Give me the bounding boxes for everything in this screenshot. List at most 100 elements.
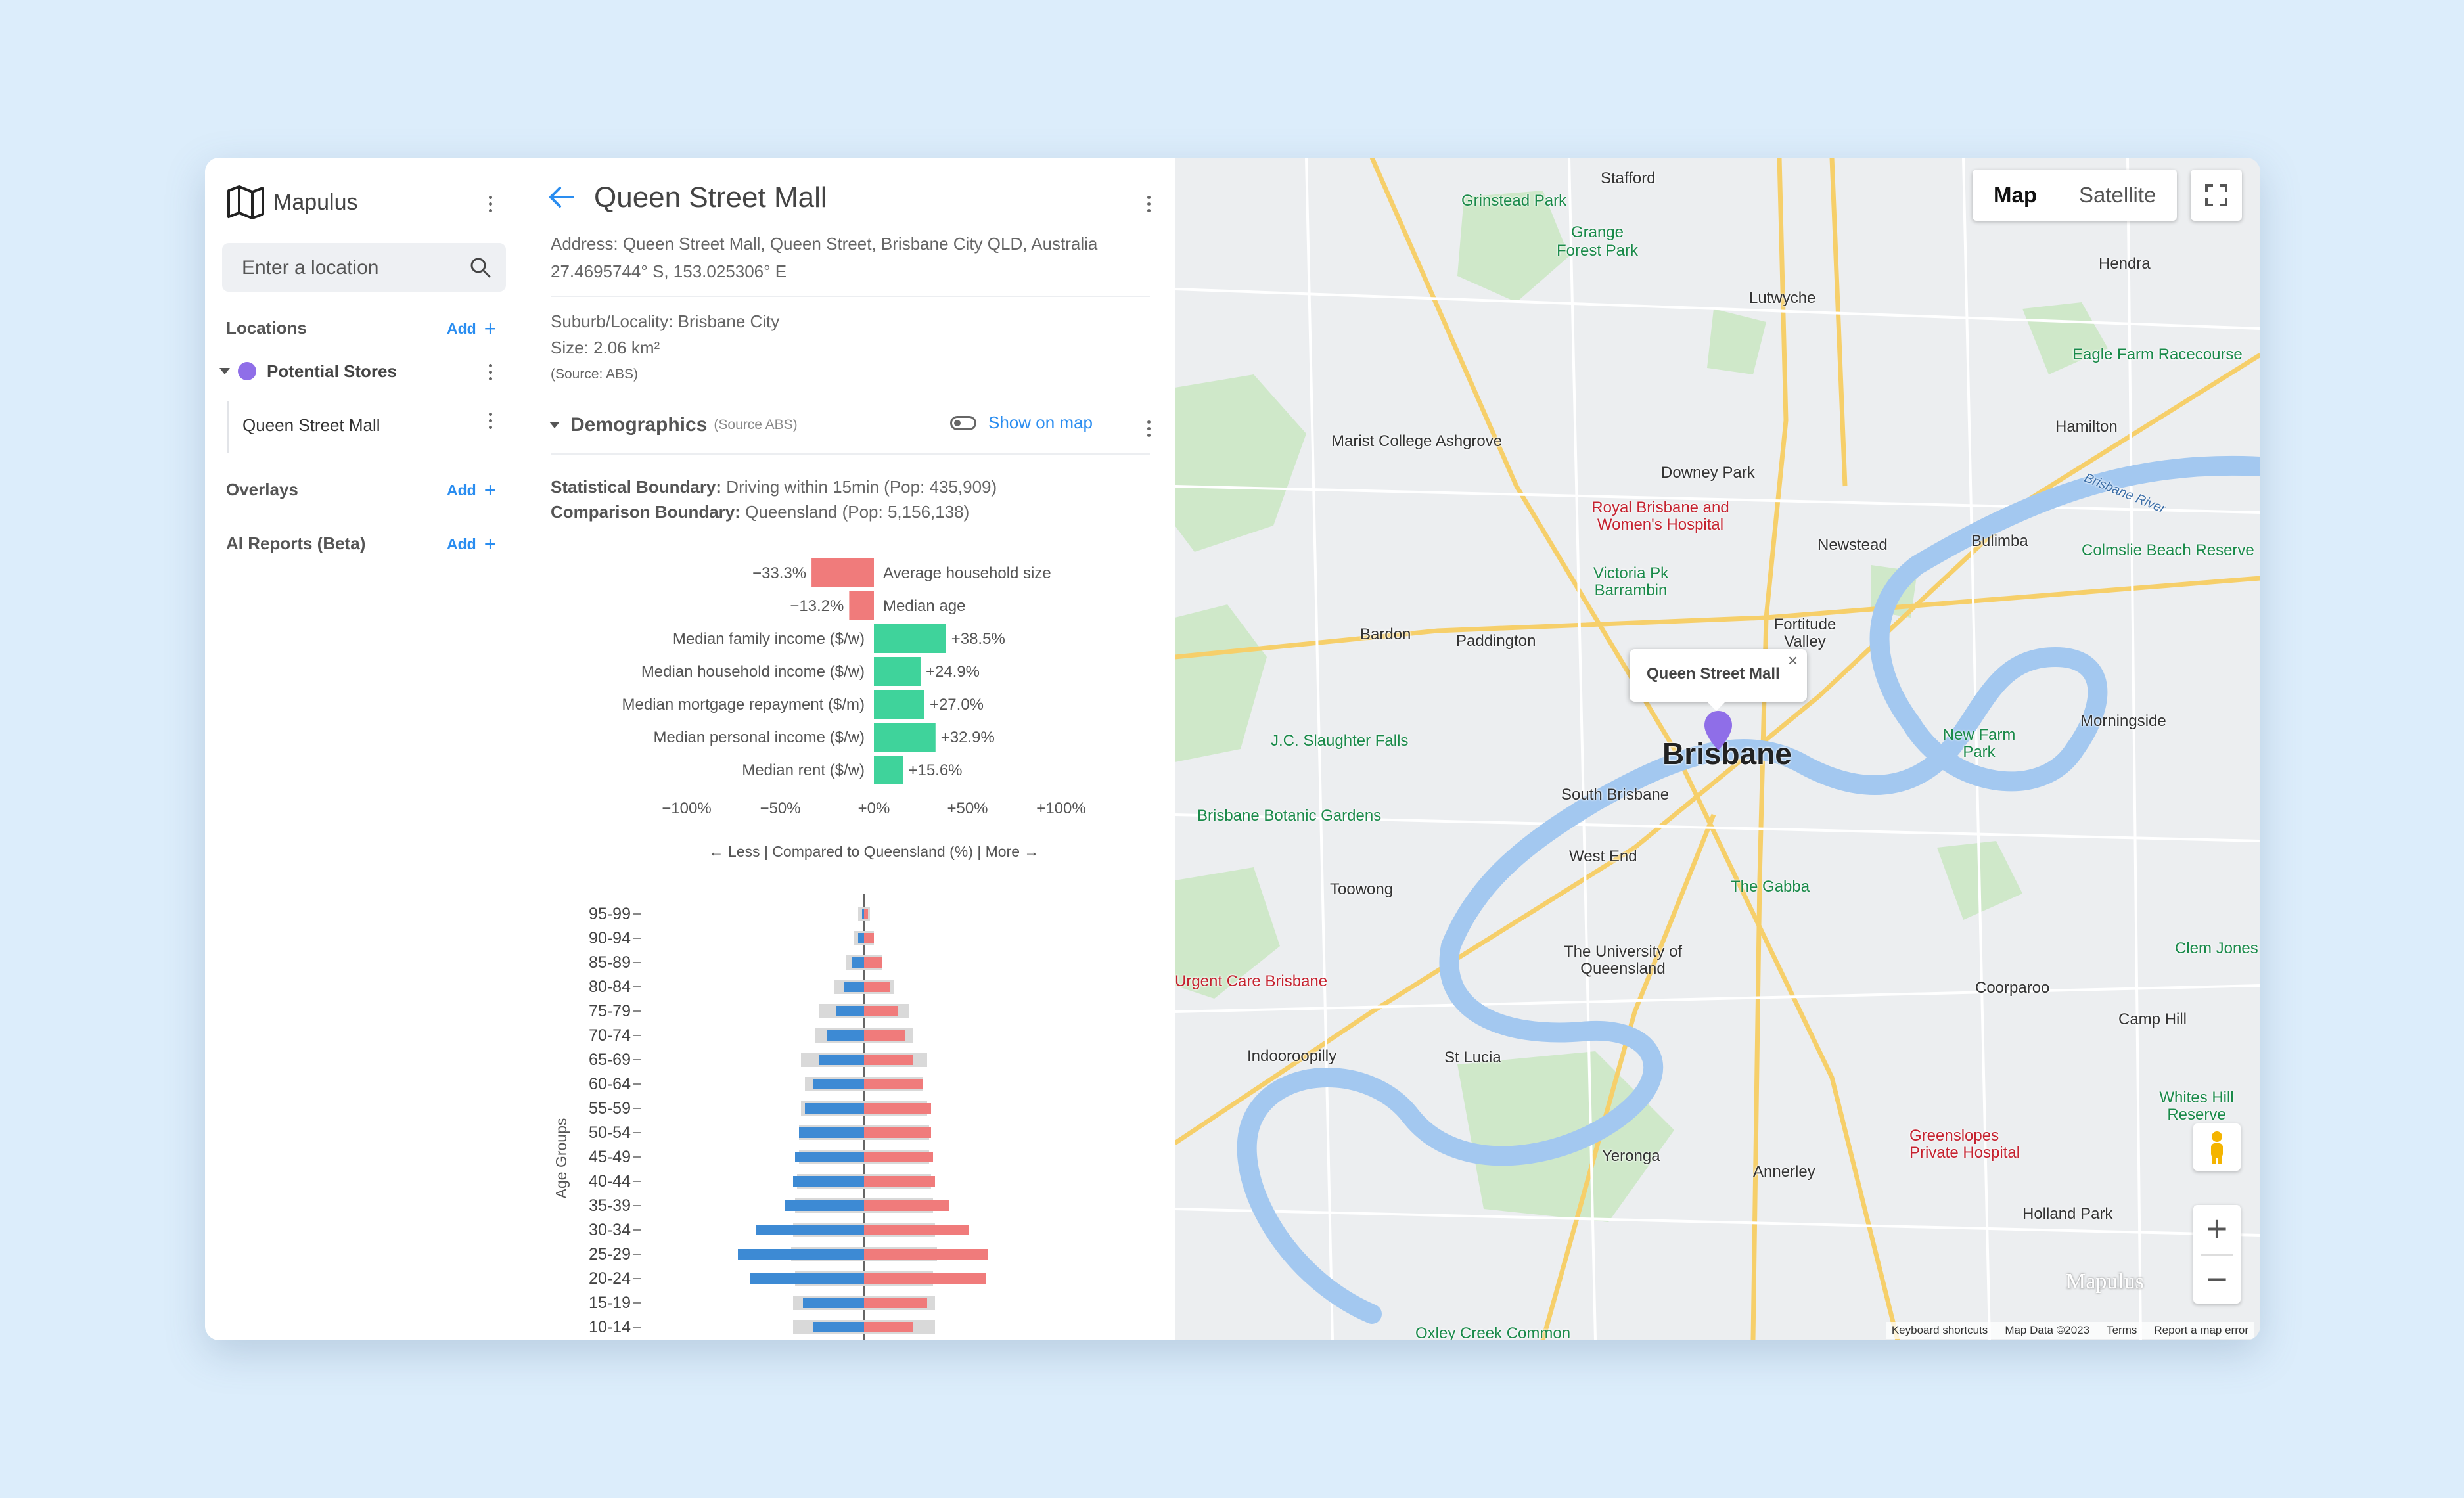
male-bar xyxy=(738,1249,864,1260)
map-label: Grinstead Park xyxy=(1461,192,1567,210)
age-group-label: 50-54 xyxy=(589,1124,631,1142)
address: Address: Queen Street Mall, Queen Street… xyxy=(551,234,1098,254)
add-label: Add xyxy=(447,535,476,553)
brand[interactable]: Mapulus xyxy=(226,181,358,223)
comparison-bar-chart: Average household size −33.3% Median age −1… xyxy=(622,558,1086,860)
female-bar xyxy=(864,1298,927,1308)
map-label: Holland Park xyxy=(2022,1205,2113,1223)
comparison-boundary-value: Queensland (Pop: 5,156,138) xyxy=(745,502,970,522)
panel-menu-icon[interactable] xyxy=(1142,189,1155,218)
female-bar xyxy=(864,933,874,943)
group-menu-icon[interactable] xyxy=(484,357,497,386)
map-label: Bulimba xyxy=(1971,532,2028,550)
location-group[interactable]: Potential Stores xyxy=(219,355,397,388)
map-footer: Keyboard shortcuts Map Data ©2023 Terms … xyxy=(1886,1322,2254,1339)
male-bar xyxy=(793,1176,864,1187)
terms-link[interactable]: Terms xyxy=(2107,1324,2137,1337)
population-pyramid-chart: 95-99 90-94 85-89 80-84 75-79 70-74 65-69 60-64… xyxy=(553,894,988,1340)
map-view[interactable]: Stafford Grinstead Park Grange Forest Pa… xyxy=(1175,158,2260,1340)
male-bar xyxy=(750,1273,864,1284)
map-label: Greenslopes Private Hospital xyxy=(1909,1127,2020,1162)
keyboard-shortcuts-link[interactable]: Keyboard shortcuts xyxy=(1892,1324,1988,1337)
app-menu-icon[interactable] xyxy=(484,189,497,218)
map-label: Bardon xyxy=(1360,625,1411,643)
female-bar xyxy=(864,1249,988,1260)
comparison-bar xyxy=(874,756,903,784)
map-label: Hendra xyxy=(2099,255,2151,273)
add-overlay-button[interactable]: Add + xyxy=(447,478,496,503)
category-label: Median mortgage repayment ($/m) xyxy=(622,696,865,714)
demographics-menu-icon[interactable] xyxy=(1142,414,1155,443)
age-group-label: 20-24 xyxy=(589,1269,631,1288)
location-item[interactable]: Queen Street Mall xyxy=(227,401,505,453)
popup-close-icon[interactable]: × xyxy=(1788,650,1798,671)
fullscreen-button[interactable] xyxy=(2191,170,2242,221)
map-watermark: Mapulus xyxy=(2066,1269,2144,1294)
female-bar xyxy=(864,1127,931,1138)
age-group-label: 60-64 xyxy=(589,1075,631,1093)
demographics-toggle[interactable]: Demographics (Source ABS) xyxy=(549,414,798,436)
caret-down-icon xyxy=(549,422,560,428)
comparison-bar xyxy=(811,558,874,587)
map-type-map-button[interactable]: Map xyxy=(1973,170,2058,221)
street-view-pegman-button[interactable] xyxy=(2193,1124,2241,1171)
statistical-boundary: Statistical Boundary: Driving within 15m… xyxy=(551,477,997,497)
add-location-button[interactable]: Add + xyxy=(447,317,496,341)
x-tick-label: +50% xyxy=(947,800,988,817)
report-map-error-link[interactable]: Report a map error xyxy=(2154,1324,2248,1337)
value-label: +38.5% xyxy=(951,630,1005,648)
map-label: Marist College Ashgrove xyxy=(1331,432,1503,450)
search-icon[interactable] xyxy=(469,256,491,279)
male-bar xyxy=(862,909,864,919)
map-popup[interactable]: Queen Street Mall × xyxy=(1630,649,1807,711)
map-label: Newstead xyxy=(1817,536,1888,554)
age-group-label: 70-74 xyxy=(589,1026,631,1045)
map-label: Annerley xyxy=(1753,1163,1815,1181)
map-logo-icon xyxy=(227,185,264,219)
map-label: South Brisbane xyxy=(1561,786,1670,804)
category-label: Median personal income ($/w) xyxy=(654,729,865,746)
male-bar xyxy=(803,1298,864,1308)
age-group-label: 10-14 xyxy=(589,1318,631,1336)
female-bar xyxy=(864,1006,898,1016)
add-ai-report-button[interactable]: Add + xyxy=(447,532,496,556)
search-input[interactable] xyxy=(240,243,460,293)
map-label: Eagle Farm Racecourse xyxy=(2072,346,2243,363)
map-label: West End xyxy=(1569,848,1637,865)
male-bar xyxy=(844,982,864,992)
fullscreen-icon xyxy=(2205,184,2227,206)
x-tick-label: +100% xyxy=(1036,800,1085,817)
source-note: (Source: ABS) xyxy=(551,367,639,382)
location-search xyxy=(222,243,506,293)
category-label: Median rent ($/w) xyxy=(742,761,865,779)
map-label: Lutwyche xyxy=(1749,289,1816,307)
female-bar xyxy=(864,1152,933,1162)
map-label: Downey Park xyxy=(1661,464,1755,482)
popup-title: Queen Street Mall xyxy=(1647,665,1780,683)
comparison-bar xyxy=(874,657,921,686)
toggle-switch-icon xyxy=(950,415,976,430)
map-label: Fortitude Valley xyxy=(1773,616,1837,650)
zoom-control: + − xyxy=(2193,1205,2241,1304)
age-group-label: 15-19 xyxy=(589,1294,631,1312)
map-type-satellite-button[interactable]: Satellite xyxy=(2058,170,2177,221)
male-bar xyxy=(805,1103,864,1114)
age-group-label: 75-79 xyxy=(589,1002,631,1020)
value-label: +15.6% xyxy=(908,761,962,779)
location-pin-icon[interactable] xyxy=(1703,710,1733,752)
value-label: −13.2% xyxy=(790,597,844,615)
male-bar xyxy=(836,1006,864,1016)
demographics-source: (Source ABS) xyxy=(714,417,798,432)
male-bar xyxy=(813,1322,864,1332)
zoom-out-button[interactable]: − xyxy=(2193,1256,2241,1305)
age-group-label: 80-84 xyxy=(589,978,631,996)
show-on-map-toggle[interactable]: Show on map xyxy=(950,413,1093,433)
zoom-in-button[interactable]: + xyxy=(2193,1205,2241,1254)
female-bar xyxy=(864,1176,935,1187)
caret-down-icon[interactable] xyxy=(219,368,230,374)
map-label: Indooroopilly xyxy=(1247,1047,1337,1065)
location-item-menu-icon[interactable] xyxy=(484,406,497,435)
map-label: Clem Jones xyxy=(2175,940,2258,957)
back-arrow-icon[interactable] xyxy=(547,184,577,210)
age-group-label: 85-89 xyxy=(589,953,631,972)
